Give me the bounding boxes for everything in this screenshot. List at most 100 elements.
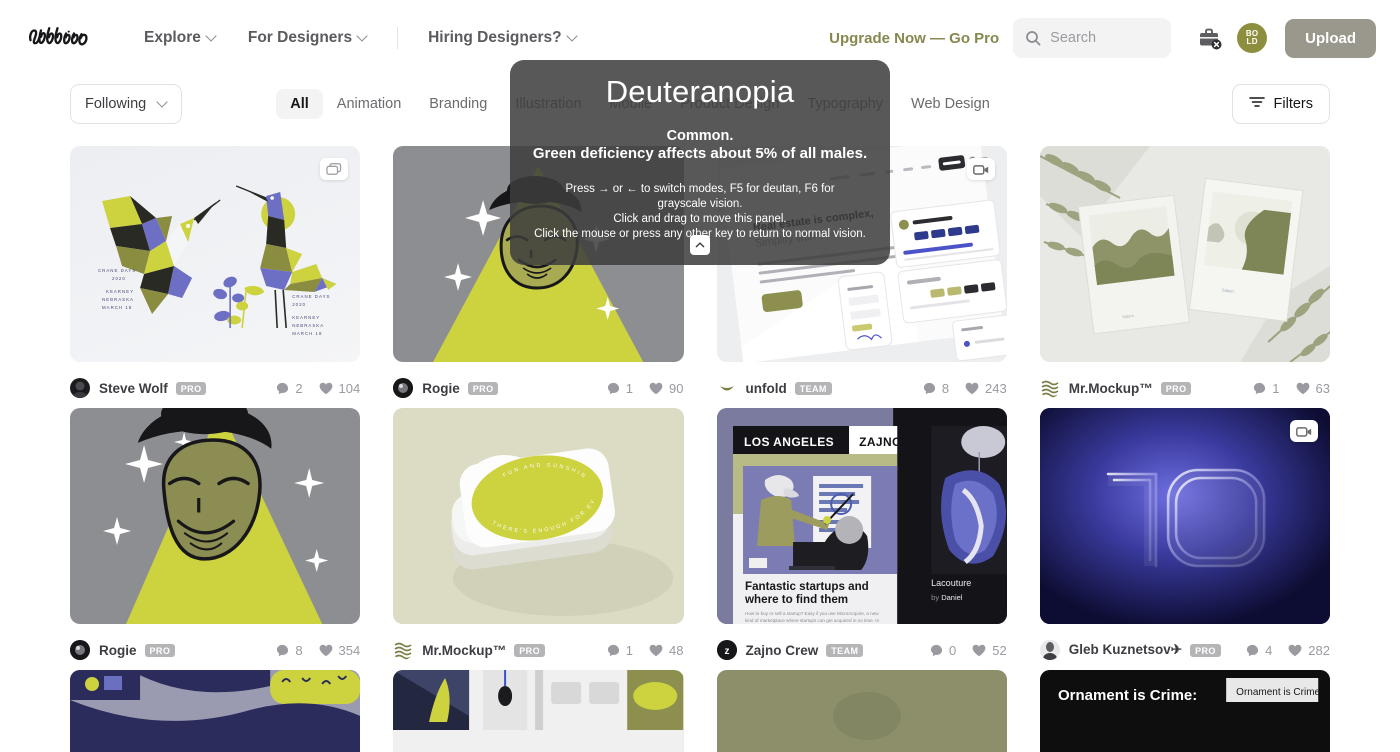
svg-text:ZAJNO: ZAJNO [859, 435, 902, 449]
likes-count: 243 [985, 380, 1007, 396]
comments-stat: 1 [607, 643, 633, 658]
avatar[interactable] [1039, 640, 1060, 660]
avatar[interactable] [716, 378, 737, 398]
likes-stat: 243 [965, 381, 1007, 396]
svg-text:Fantastic startups and: Fantastic startups and [745, 580, 869, 593]
shot-author-name[interactable]: Gleb Kuznetsov✈ [1069, 642, 1182, 658]
simulator-description: Green deficiency affects about 5% of all… [532, 145, 868, 162]
work-briefcase-icon[interactable] [1197, 25, 1223, 51]
shot-meta: z Zajno Crew TEAM 0 52 [716, 624, 1007, 670]
shot-thumbnail[interactable]: Lacouture by Daniel LOS ANGELES ZAJNO Fa… [716, 408, 1007, 624]
avatar[interactable] [393, 378, 414, 398]
upgrade-now-link[interactable]: Upgrade Now — Go Pro [829, 30, 999, 47]
status-badge: PRO [144, 643, 176, 657]
shot-thumbnail[interactable] [1039, 408, 1330, 624]
dribbble-logo[interactable] [26, 23, 116, 53]
simulator-mode-title: Deuteranopia [605, 74, 795, 109]
ornament-is-crime-art: Ornament is Crime: Ornament is Crime [1039, 670, 1330, 752]
avatar[interactable] [393, 640, 414, 660]
comments-stat: 8 [276, 643, 303, 658]
category-tab-branding[interactable]: Branding [415, 89, 501, 119]
shot-thumbnail[interactable] [70, 670, 361, 752]
nav-item-for-designers[interactable]: For Designers [232, 23, 383, 53]
search-box[interactable] [1013, 18, 1172, 58]
comments-count: 8 [941, 380, 950, 396]
svg-text:NEBRASKA: NEBRASKA [292, 323, 324, 328]
filters-button[interactable]: Filters [1231, 84, 1330, 124]
shot-author-name[interactable]: unfold [746, 381, 787, 396]
svg-text:KEARNEY: KEARNEY [292, 315, 320, 320]
comments-stat: 4 [1246, 643, 1272, 658]
upload-button[interactable]: Upload [1285, 18, 1376, 58]
comments-stat: 2 [276, 381, 303, 396]
hat-character-art-2 [103, 408, 329, 624]
shot-stats: 8 354 [276, 643, 360, 658]
shot-author-name[interactable]: Steve Wolf [99, 381, 168, 396]
shot-stats: 0 52 [930, 643, 1007, 658]
crane-poster-art: CRANE DAYS 2020 KEARNEY NEBRASKA MARCH 1… [98, 185, 337, 336]
shot-thumbnail[interactable] [716, 670, 1007, 752]
shot-stats: 8 243 [923, 381, 1007, 396]
color-vision-simulator-panel[interactable]: Deuteranopia Common. Green deficiency af… [510, 60, 890, 265]
comment-icon [277, 644, 289, 656]
heart-icon [649, 644, 663, 656]
status-badge: TEAM [826, 643, 864, 657]
category-tab-web-design[interactable]: Web Design [897, 89, 1004, 119]
simulator-commonality: Common. [666, 128, 734, 144]
svg-text:Ornament is Crime:: Ornament is Crime: [1058, 687, 1197, 704]
video-icon [1290, 420, 1318, 442]
svg-text:Ornament is Crime: Ornament is Crime [1236, 687, 1320, 698]
category-tab-all[interactable]: All [276, 89, 323, 119]
avatar[interactable]: z [716, 640, 737, 660]
comment-icon [277, 382, 289, 394]
shot-card[interactable] [70, 670, 361, 752]
avatar[interactable]: BO LD [1237, 23, 1268, 53]
following-dropdown[interactable]: Following [70, 84, 183, 124]
shot-author-name[interactable]: Rogie [422, 381, 460, 396]
shot-card[interactable] [716, 670, 1007, 752]
likes-stat: 354 [319, 643, 360, 658]
coaster-mockup-art: FUN AND SUNSHINE THERE'S ENOUGH FOR EVER… [393, 408, 684, 624]
shot-meta: Rogie PRO 1 90 [393, 362, 684, 408]
category-tab-animation[interactable]: Animation [323, 89, 415, 119]
comments-count: 4 [1265, 642, 1273, 658]
multi-shot-icon [320, 158, 349, 180]
status-badge: PRO [175, 381, 207, 395]
shot-author-name[interactable]: Mr.Mockup™ [422, 643, 506, 658]
shot-card[interactable]: FUN AND SUNSHINE THERE'S ENOUGH FOR EVER… [393, 408, 684, 670]
shot-author-name[interactable]: Mr.Mockup™ [1069, 381, 1153, 396]
shot-card[interactable]: Saturn Saturn Mr.Mockup™ PRO 1 63 [1039, 146, 1330, 408]
likes-count: 48 [669, 642, 684, 658]
svg-text:2020: 2020 [292, 302, 306, 307]
shot-thumbnail[interactable]: Ornament is Crime: Ornament is Crime [1039, 670, 1330, 752]
shot-card[interactable]: Rogie PRO 8 354 [70, 408, 361, 670]
shot-meta: Mr.Mockup™ PRO 1 63 [1039, 362, 1330, 408]
following-dropdown-label: Following [85, 96, 147, 112]
avatar[interactable] [70, 378, 90, 398]
shot-author-name[interactable]: Zajno Crew [746, 643, 819, 658]
shot-card[interactable] [393, 670, 684, 752]
comments-stat: 1 [607, 381, 633, 396]
shot-thumbnail[interactable] [70, 408, 361, 624]
shot-meta: unfold TEAM 8 243 [716, 362, 1007, 408]
chevron-up-icon[interactable] [690, 235, 710, 255]
shot-card[interactable]: Ornament is Crime: Ornament is Crime [1039, 670, 1330, 752]
shot-card[interactable]: Lacouture by Daniel LOS ANGELES ZAJNO Fa… [716, 408, 1007, 670]
shot-author-name[interactable]: Rogie [99, 643, 137, 658]
shot-thumbnail[interactable]: Saturn Saturn [1039, 146, 1330, 362]
shot-thumbnail[interactable]: CRANE DAYS 2020 KEARNEY NEBRASKA MARCH 1… [70, 146, 361, 362]
simulator-instructions: Press → or ← to switch modes, F5 for deu… [510, 182, 890, 242]
chevron-down-icon [158, 98, 167, 107]
avatar[interactable] [70, 640, 90, 660]
likes-stat: 104 [319, 381, 360, 396]
shot-thumbnail[interactable]: FUN AND SUNSHINE THERE'S ENOUGH FOR EVER… [393, 408, 684, 624]
shot-card[interactable]: CRANE DAYS 2020 KEARNEY NEBRASKA MARCH 1… [70, 146, 361, 408]
search-input[interactable] [1050, 30, 1160, 46]
nav-item-hiring-designers[interactable]: Hiring Designers? [412, 23, 593, 53]
nav-item-explore[interactable]: Explore [144, 23, 232, 53]
avatar[interactable] [1039, 378, 1060, 398]
shot-card[interactable]: Gleb Kuznetsov✈ PRO 4 282 [1039, 408, 1330, 670]
avatar-initials-bottom: LD [1246, 37, 1258, 46]
likes-stat: 90 [649, 381, 684, 396]
shot-thumbnail[interactable] [393, 670, 684, 752]
